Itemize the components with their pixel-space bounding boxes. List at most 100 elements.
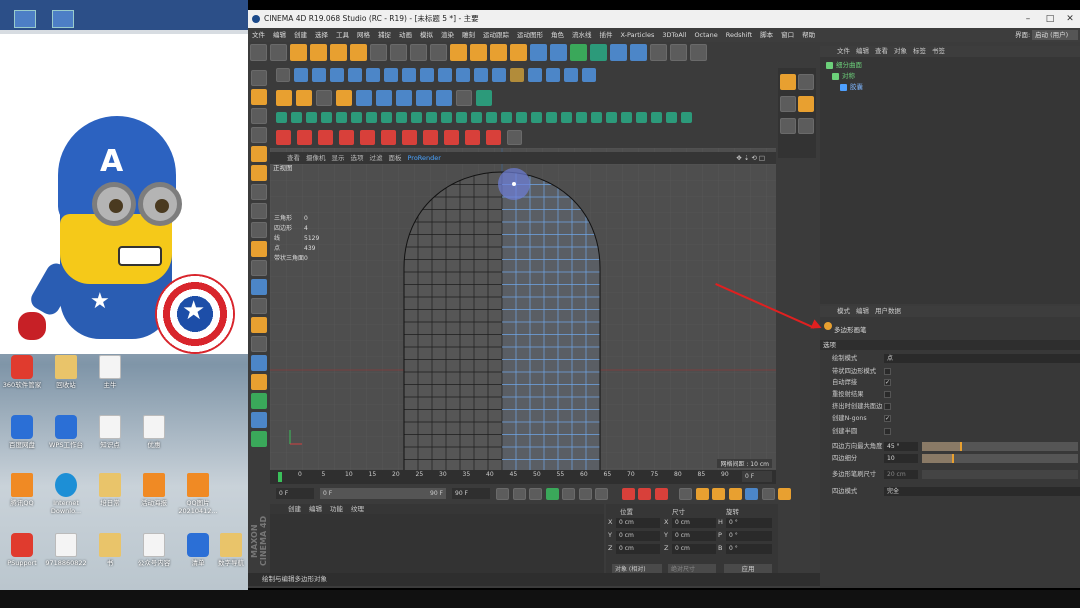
toolbar-button[interactable]	[396, 112, 407, 123]
left-toolbar-button[interactable]	[251, 70, 267, 86]
desktop-icon[interactable]: 9718860822	[44, 533, 88, 567]
transport-button[interactable]	[728, 488, 742, 500]
toolbar-button[interactable]	[336, 112, 347, 123]
right-toolbar-button[interactable]	[798, 96, 814, 112]
attribute-checkbox[interactable]: ✓	[884, 415, 891, 422]
viewport-menu-item[interactable]: 过滤	[367, 154, 386, 162]
object-row-symmetry[interactable]: 对称	[832, 71, 855, 81]
left-toolbar-button[interactable]	[251, 203, 267, 219]
toolbar-button[interactable]	[570, 44, 587, 61]
menu-item[interactable]: 创建	[290, 28, 311, 42]
toolbar-button[interactable]	[531, 112, 542, 123]
toolbar-button[interactable]	[438, 68, 452, 82]
toolbar-button[interactable]	[423, 130, 438, 145]
toolbar-button[interactable]	[690, 44, 707, 61]
toolbar-button[interactable]	[297, 130, 312, 145]
toolbar-button[interactable]	[276, 68, 290, 82]
left-toolbar-button[interactable]	[251, 127, 267, 143]
start-frame-field[interactable]: 0 F	[276, 488, 314, 499]
menu-item[interactable]: 动画	[395, 28, 416, 42]
timeline-playhead[interactable]	[278, 472, 282, 482]
toolbar-button[interactable]	[561, 112, 572, 123]
coord-rotation-field[interactable]: 0 °	[726, 531, 772, 541]
menu-item[interactable]: 网格	[353, 28, 374, 42]
desktop-icon[interactable]: 主牛	[88, 355, 132, 389]
toolbar-button[interactable]	[456, 90, 472, 106]
toolbar-button[interactable]	[651, 112, 662, 123]
toolbar-button[interactable]	[436, 90, 452, 106]
attribute-field[interactable]: 完全	[884, 487, 1080, 496]
transport-button[interactable]	[745, 488, 758, 500]
toolbar-button[interactable]	[351, 112, 362, 123]
transport-button[interactable]	[695, 488, 709, 500]
transport-button[interactable]	[578, 488, 592, 500]
toolbar-button[interactable]	[606, 112, 617, 123]
toolbar-button[interactable]	[250, 44, 267, 61]
toolbar-button[interactable]	[410, 44, 427, 61]
attribute-field[interactable]: 10	[884, 454, 918, 463]
toolbar-button[interactable]	[450, 44, 467, 61]
transport-button[interactable]	[545, 488, 559, 500]
menu-item[interactable]: Octane	[690, 28, 721, 42]
left-toolbar-button[interactable]	[251, 279, 267, 295]
toolbar-button[interactable]	[530, 44, 547, 61]
toolbar-button[interactable]	[312, 68, 326, 82]
right-toolbar-button[interactable]	[798, 118, 814, 134]
left-toolbar-button[interactable]	[251, 241, 267, 257]
object-menu-item[interactable]: 对象	[891, 47, 910, 55]
menu-item[interactable]: 渲染	[437, 28, 458, 42]
toolbar-button[interactable]	[381, 130, 396, 145]
toolbar-button[interactable]	[550, 44, 567, 61]
toolbar-button[interactable]	[486, 112, 497, 123]
toolbar-button[interactable]	[666, 112, 677, 123]
toolbar-button[interactable]	[306, 112, 317, 123]
toolbar-button[interactable]	[291, 112, 302, 123]
slider-handle[interactable]	[960, 442, 962, 451]
toolbar-button[interactable]	[416, 90, 432, 106]
toolbar-button[interactable]	[390, 44, 407, 61]
object-menu-item[interactable]: 编辑	[853, 47, 872, 55]
menu-item[interactable]: 雕刻	[458, 28, 479, 42]
transport-button[interactable]	[512, 488, 526, 500]
coord-rotation-field[interactable]: 0 °	[726, 544, 772, 554]
coord-position-field[interactable]: 0 cm	[616, 531, 660, 541]
toolbar-button[interactable]	[630, 44, 647, 61]
left-toolbar-button[interactable]	[251, 184, 267, 200]
transport-button[interactable]	[496, 488, 509, 500]
menu-item[interactable]: 编辑	[269, 28, 290, 42]
toolbar-button[interactable]	[360, 130, 375, 145]
menu-item[interactable]: 流水线	[568, 28, 596, 42]
material-menu-item[interactable]: 功能	[326, 505, 347, 513]
menu-item[interactable]: 文件	[248, 28, 269, 42]
toolbar-button[interactable]	[670, 44, 687, 61]
toolbar-button[interactable]	[582, 68, 596, 82]
attribute-checkbox[interactable]: ✓	[884, 379, 891, 386]
desktop-icon[interactable]: 培日常	[88, 473, 132, 507]
toolbar-button[interactable]	[411, 112, 422, 123]
timeline[interactable]: 0 5 10 15 20 25 30 35 40 45 50 55 60 65 70 75 80 85 90 0 F	[270, 470, 776, 484]
material-menu-item[interactable]: 创建	[284, 505, 305, 513]
toolbar-button[interactable]	[330, 44, 347, 61]
viewport-menu-item[interactable]: 查看	[284, 154, 303, 162]
attribute-menu-item[interactable]: 模式	[834, 307, 853, 315]
right-toolbar-button[interactable]	[780, 74, 796, 90]
toolbar-button[interactable]	[507, 130, 522, 145]
toolbar-button[interactable]	[330, 68, 344, 82]
toolbar-button[interactable]	[681, 112, 692, 123]
attribute-checkbox[interactable]	[884, 368, 891, 375]
toolbar-button[interactable]	[402, 68, 416, 82]
menu-item[interactable]: 脚本	[756, 28, 777, 42]
material-menu-item[interactable]: 编辑	[305, 505, 326, 513]
toolbar-button[interactable]	[310, 44, 327, 61]
toolbar-button[interactable]	[430, 44, 447, 61]
left-toolbar-button[interactable]	[251, 89, 267, 105]
left-toolbar-button[interactable]	[251, 222, 267, 238]
attribute-menu-item[interactable]: 用户数据	[872, 307, 904, 315]
toolbar-button[interactable]	[490, 44, 507, 61]
desktop-icon[interactable]: 百度网盘	[0, 415, 44, 449]
attribute-section-options[interactable]: 选项	[820, 340, 1080, 350]
toolbar-button[interactable]	[441, 112, 452, 123]
desktop-icon-top-1[interactable]	[14, 10, 36, 28]
object-row-subdivision[interactable]: 细分曲面	[826, 60, 862, 70]
toolbar-button[interactable]	[501, 112, 512, 123]
